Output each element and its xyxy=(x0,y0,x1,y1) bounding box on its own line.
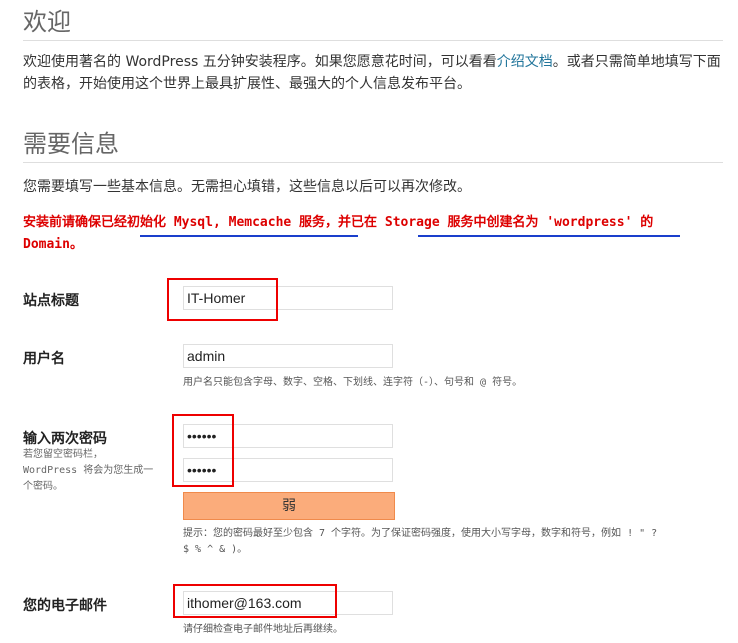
annotation-underline xyxy=(418,235,680,237)
password-hint-line: $ % ^ & )。 xyxy=(183,544,248,555)
annotation-underline xyxy=(140,235,358,237)
divider xyxy=(23,162,723,163)
welcome-text-line2: 的表格，开始使用这个世界上最具扩展性、最强大的个人信息发布平台。 xyxy=(23,76,471,92)
annotation-box xyxy=(167,278,278,321)
email-label: 您的电子邮件 xyxy=(23,598,107,614)
site-title-label: 站点标题 xyxy=(23,293,79,309)
username-hint: 用户名只能包含字母、数字、空格、下划线、连字符（-）、句号和 @ 符号。 xyxy=(183,377,523,388)
password-subtext-line: 若您留空密码栏， xyxy=(23,449,103,460)
welcome-title: 欢迎 xyxy=(23,8,71,36)
password-strength-meter: 弱 xyxy=(183,492,395,520)
email-hint: 请仔细检查电子邮件地址后再继续。 xyxy=(183,624,343,635)
password-hint-line: 提示：您的密码最好至少包含 7 个字符。为了保证密码强度，使用大小写字母，数字和… xyxy=(183,528,658,539)
welcome-paragraph: 欢迎使用著名的 WordPress 五分钟安装程序。如果您愿意花时间，可以看看介… xyxy=(23,51,723,95)
info-title: 需要信息 xyxy=(23,130,119,158)
warning-line-1: 安装前请确保已经初始化 Mysql, Memcache 服务，并已在 Stora… xyxy=(23,215,654,230)
password-subtext-line: WordPress 将会为您生成一 xyxy=(23,465,154,476)
info-description: 您需要填写一些基本信息。无需担心填错，这些信息以后可以再次修改。 xyxy=(23,179,471,195)
password-hint: 提示：您的密码最好至少包含 7 个字符。为了保证密码强度，使用大小写字母，数字和… xyxy=(183,526,723,558)
password-subtext-line: 个密码。 xyxy=(23,481,63,492)
welcome-text: 欢迎使用著名的 WordPress 五分钟安装程序。如果您愿意花时间，可以看看 xyxy=(23,54,497,70)
warning-message: 安装前请确保已经初始化 Mysql, Memcache 服务，并已在 Stora… xyxy=(23,212,723,256)
divider xyxy=(23,40,723,41)
annotation-box xyxy=(173,584,337,618)
username-label: 用户名 xyxy=(23,351,65,367)
welcome-text-cont: 。或者只需简单地填写下面 xyxy=(552,54,721,70)
username-input[interactable]: admin xyxy=(183,344,393,368)
warning-line-2: Domain。 xyxy=(23,237,83,252)
password-label: 输入两次密码 xyxy=(23,431,107,447)
password-subtext: 若您留空密码栏， WordPress 将会为您生成一 个密码。 xyxy=(23,447,153,495)
annotation-box xyxy=(172,414,234,487)
intro-doc-link[interactable]: 介绍文档 xyxy=(497,54,553,70)
